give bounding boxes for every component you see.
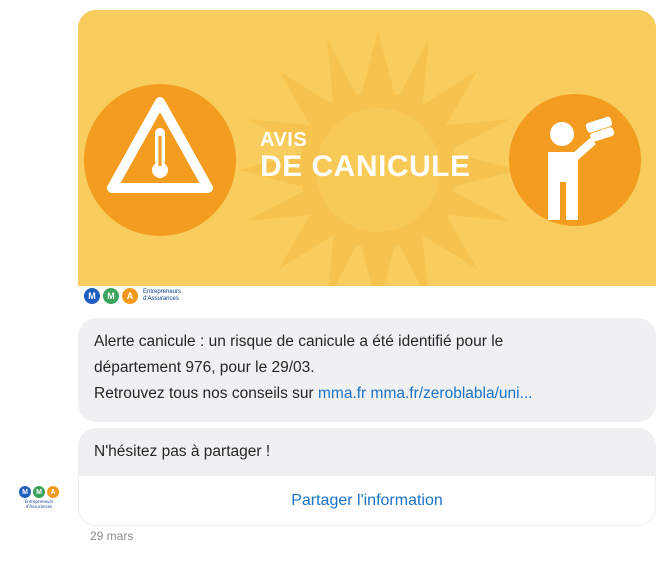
brand-logo-m2: M: [103, 288, 119, 304]
share-prompt-bubble: N'hésitez pas à partager !: [78, 428, 656, 476]
message-timestamp: 29 mars: [90, 529, 134, 543]
brand-logo-m1: M: [84, 288, 100, 304]
heat-warning-thermometer-icon: [84, 84, 236, 236]
message-line1: Alerte canicule : un risque de canicule …: [94, 333, 504, 350]
brand-name-line2: d'Assurances: [143, 296, 179, 302]
banner-title-line1: AVIS: [260, 129, 308, 151]
avatar-logo-a: A: [47, 486, 59, 498]
brand-name: Entrepreneurs d'Assurances: [143, 289, 181, 303]
message-line2: département 976, pour le 29/03.: [94, 359, 315, 376]
share-info-button[interactable]: Partager l'information: [78, 476, 656, 526]
alert-message-bubble: Alerte canicule : un risque de canicule …: [78, 318, 656, 422]
link-zeroblabla[interactable]: mma.fr/zeroblabla/uni...: [371, 385, 533, 402]
avatar-caption: Entrepreneurs d'Assurances: [14, 499, 64, 509]
message-line3: Retrouvez tous nos conseils sur mma.fr m…: [94, 381, 640, 407]
brand-name-line1: Entrepreneurs: [143, 289, 182, 295]
avatar-logo-m2: M: [33, 486, 45, 498]
share-prompt-text: N'hésitez pas à partager !: [94, 443, 271, 460]
banner-title-line2: DE CANICULE: [260, 150, 471, 183]
sender-avatar[interactable]: M M A Entrepreneurs d'Assurances: [14, 486, 64, 516]
person-binoculars-icon: [509, 94, 641, 226]
brand-logo-a: A: [122, 288, 138, 304]
brand-strip: M M A Entrepreneurs d'Assurances: [78, 286, 656, 306]
banner-title: AVIS DE CANICULE: [260, 130, 471, 182]
link-mma[interactable]: mma.fr: [318, 385, 366, 402]
message-line3-prefix: Retrouvez tous nos conseils sur: [94, 385, 318, 402]
alert-banner[interactable]: AVIS DE CANICULE: [78, 10, 656, 306]
avatar-logo-m1: M: [19, 486, 31, 498]
avatar-caption-line2: d'Assurances: [25, 504, 53, 509]
